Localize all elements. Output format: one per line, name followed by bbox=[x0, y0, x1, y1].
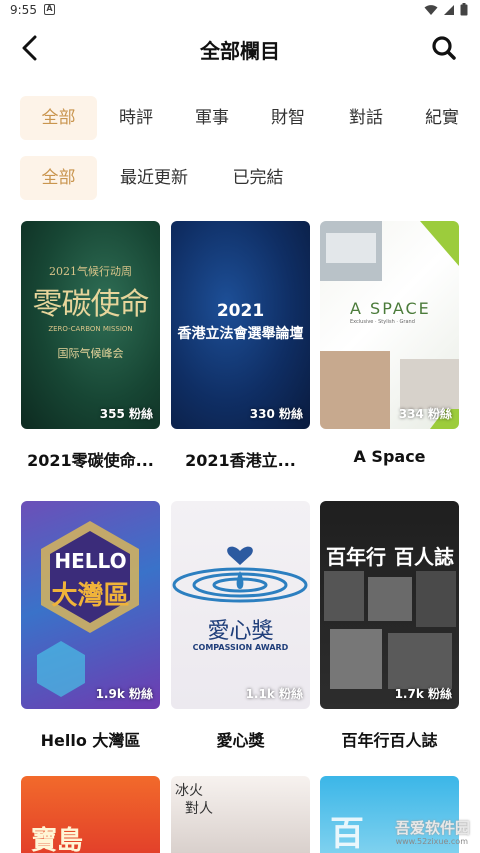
program-poster: 2021 香港立法會選舉論壇 330 粉絲 bbox=[171, 221, 310, 429]
watermark-url: www.52zixue.com bbox=[395, 837, 468, 846]
poster-text: 百年行 bbox=[326, 545, 386, 569]
header: 全部欄目 bbox=[0, 22, 480, 74]
fan-count: 355 粉絲 bbox=[99, 407, 153, 421]
fan-count: 1.7k 粉絲 bbox=[394, 687, 452, 701]
tab-commentary[interactable]: 時評 bbox=[100, 96, 172, 140]
poster-text: ZERO-CARBON MISSION bbox=[48, 325, 133, 333]
program-poster: 寶島 bbox=[21, 776, 160, 853]
search-icon bbox=[432, 36, 456, 60]
battery-icon bbox=[460, 3, 468, 16]
poster-text: 国际气候峰会 bbox=[57, 347, 124, 360]
program-poster: 冰火 對人 bbox=[171, 776, 310, 853]
program-title: A Space bbox=[353, 447, 426, 466]
program-poster: A SPACE Exclusive · Stylish · Grand 334 … bbox=[320, 221, 459, 429]
search-button[interactable] bbox=[428, 32, 460, 64]
signal-icon bbox=[444, 4, 454, 15]
status-time: 9:55 bbox=[10, 3, 37, 17]
poster-text: A SPACE bbox=[350, 299, 431, 318]
poster-text: 對人 bbox=[185, 801, 213, 817]
poster-text: 寶島 bbox=[31, 826, 84, 853]
poster-text: COMPASSION AWARD bbox=[192, 643, 289, 652]
program-card[interactable]: 愛心獎 COMPASSION AWARD 1.1k 粉絲 愛心獎 bbox=[171, 501, 310, 751]
program-title: 2021香港立... bbox=[185, 451, 296, 470]
poster-text: 百人誌 bbox=[394, 545, 454, 569]
program-title: 百年行百人誌 bbox=[341, 731, 438, 750]
poster-text: 大灣區 bbox=[51, 581, 130, 611]
tab-documentary[interactable]: 紀實 bbox=[406, 96, 478, 140]
program-card[interactable]: 冰火 對人 bbox=[171, 776, 310, 853]
architecture-graphic bbox=[320, 221, 459, 429]
program-title: 愛心獎 bbox=[216, 731, 265, 750]
poster-text: Exclusive · Stylish · Grand bbox=[350, 319, 415, 325]
tab-military[interactable]: 軍事 bbox=[176, 96, 248, 140]
poster-text: 2021气候行动周 bbox=[49, 265, 132, 278]
program-card[interactable]: 2021 香港立法會選舉論壇 330 粉絲 2021香港立... bbox=[171, 221, 310, 471]
program-poster: HELLO 大灣區 1.9k 粉絲 bbox=[21, 501, 160, 709]
filter-all[interactable]: 全部 bbox=[20, 156, 97, 200]
fan-count: 1.1k 粉絲 bbox=[245, 687, 303, 701]
fan-count: 1.9k 粉絲 bbox=[95, 687, 153, 701]
poster-text: 冰火 bbox=[175, 783, 203, 799]
photo-collage-graphic bbox=[324, 571, 456, 689]
heart-ripple-icon bbox=[172, 546, 308, 603]
tab-dialogue[interactable]: 對話 bbox=[330, 96, 402, 140]
watermark-text: 吾爱软件园 bbox=[394, 819, 470, 837]
program-card[interactable]: A SPACE Exclusive · Stylish · Grand 334 … bbox=[320, 221, 459, 466]
program-title: 2021零碳使命... bbox=[27, 451, 154, 470]
status-bar: 9:55 A bbox=[0, 0, 480, 22]
program-card[interactable]: HELLO 大灣區 1.9k 粉絲 Hello 大灣區 bbox=[21, 501, 160, 751]
filter-tabs: 全部 最近更新 已完結 bbox=[0, 156, 480, 202]
filter-completed[interactable]: 已完結 bbox=[218, 156, 298, 200]
status-icons bbox=[424, 3, 468, 16]
program-poster: 百年行 百人誌 1.7k 粉絲 bbox=[320, 501, 459, 709]
program-card[interactable]: 百年行 百人誌 1.7k 粉絲 百年行百人誌 bbox=[320, 501, 459, 751]
filter-recent[interactable]: 最近更新 bbox=[106, 156, 202, 200]
poster-text: 零碳使命 bbox=[32, 287, 150, 322]
program-poster: 愛心獎 COMPASSION AWARD 1.1k 粉絲 bbox=[171, 501, 310, 709]
program-title: Hello 大灣區 bbox=[40, 731, 141, 750]
program-poster: 2021气候行动周 零碳使命 ZERO-CARBON MISSION 国际气候峰… bbox=[21, 221, 160, 429]
fan-count: 334 粉絲 bbox=[398, 407, 452, 421]
tab-finance[interactable]: 財智 bbox=[252, 96, 324, 140]
notification-icon: A bbox=[44, 4, 55, 15]
poster-text: 2021 bbox=[216, 301, 265, 321]
program-card[interactable]: 寶島 bbox=[21, 776, 160, 853]
page-title: 全部欄目 bbox=[200, 39, 280, 63]
wifi-icon bbox=[424, 4, 438, 15]
watermark: 吾爱软件园 www.52zixue.com bbox=[354, 801, 474, 849]
tab-all[interactable]: 全部 bbox=[20, 96, 97, 140]
poster-text: HELLO bbox=[54, 549, 127, 573]
program-card[interactable]: 2021气候行动周 零碳使命 ZERO-CARBON MISSION 国际气候峰… bbox=[21, 221, 160, 471]
poster-text: 香港立法會選舉論壇 bbox=[177, 326, 304, 342]
poster-text: 愛心獎 bbox=[207, 619, 274, 644]
category-tabs: 全部 時評 軍事 財智 對話 紀實 bbox=[0, 96, 480, 142]
fan-count: 330 粉絲 bbox=[249, 407, 303, 421]
